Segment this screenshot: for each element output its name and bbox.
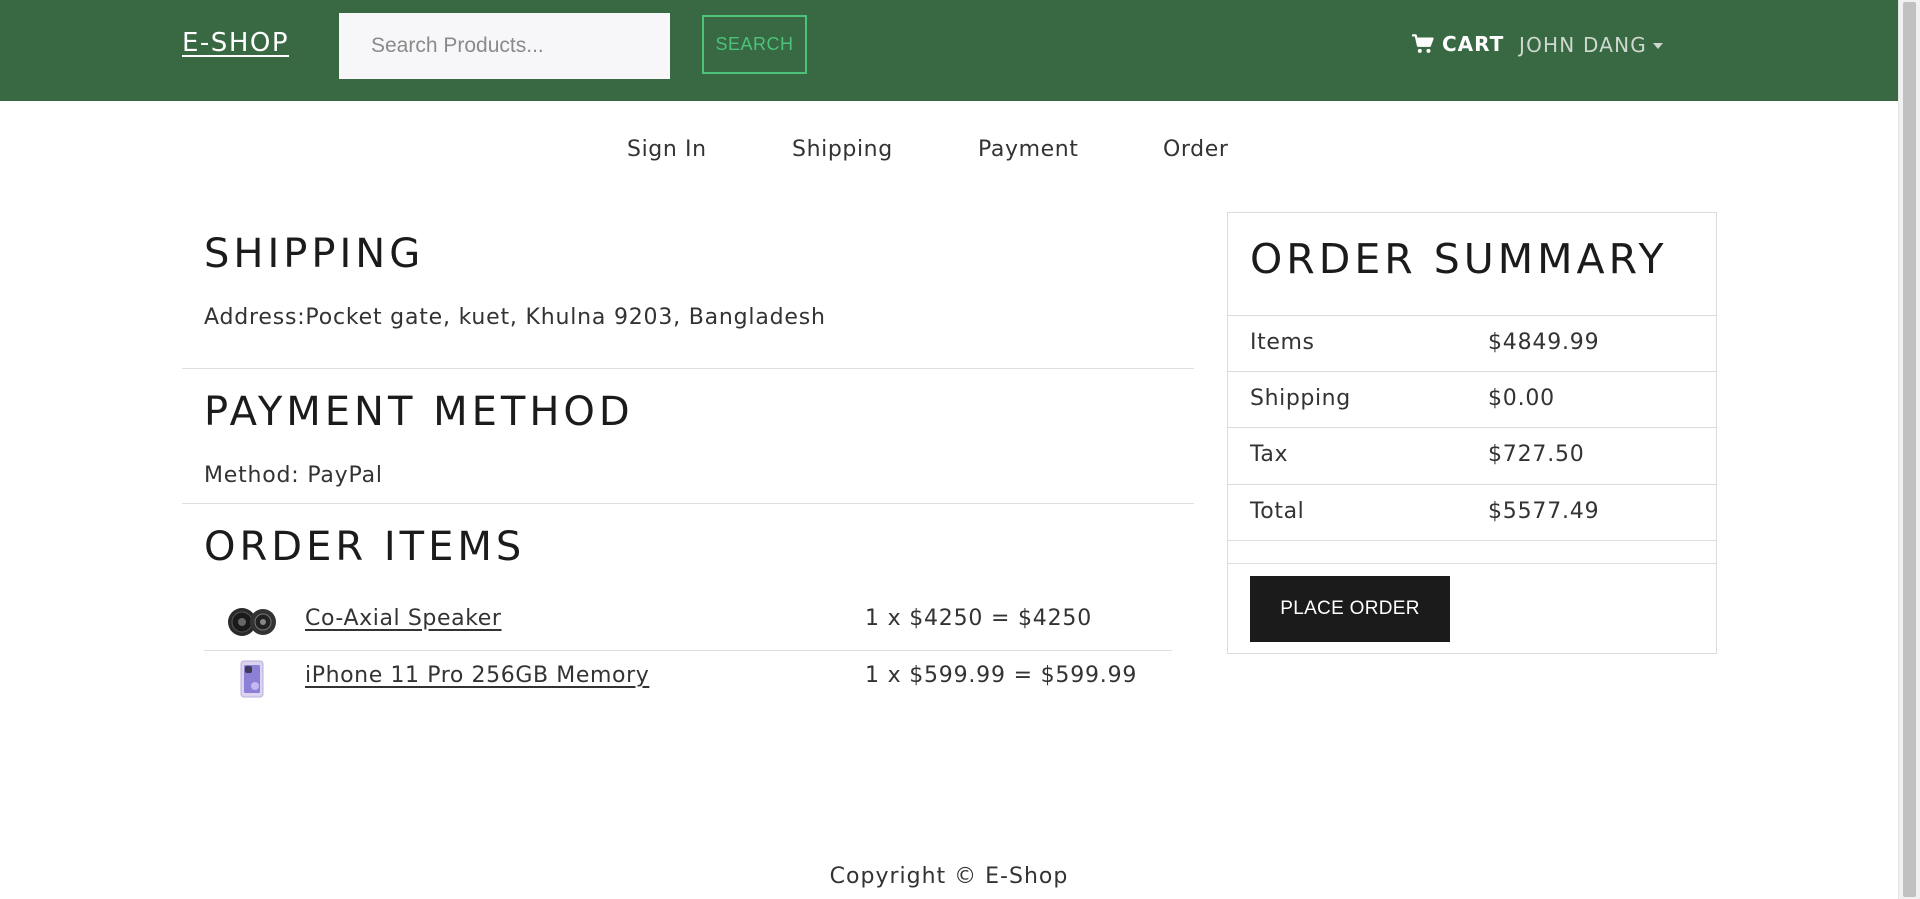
search-input[interactable] xyxy=(339,13,670,79)
shipping-address: Address:Pocket gate, kuet, Khulna 9203, … xyxy=(204,305,826,330)
order-item-price: 1 x $4250 = $4250 xyxy=(865,606,1092,631)
summary-value: $5577.49 xyxy=(1488,499,1600,524)
divider xyxy=(182,368,1194,369)
place-order-button[interactable]: PLACE ORDER xyxy=(1250,576,1450,642)
summary-label: Items xyxy=(1250,330,1315,355)
order-items-heading: ORDER ITEMS xyxy=(204,524,526,570)
step-sign-in[interactable]: Sign In xyxy=(627,137,707,162)
step-shipping[interactable]: Shipping xyxy=(792,137,893,162)
cart-label: CART xyxy=(1442,32,1505,56)
summary-row-shipping: Shipping $0.00 xyxy=(1228,371,1716,428)
order-summary-heading: ORDER SUMMARY xyxy=(1250,235,1668,283)
payment-method-text: Method: PayPal xyxy=(204,463,383,488)
divider xyxy=(1228,540,1716,541)
summary-row-tax: Tax $727.50 xyxy=(1228,427,1716,484)
summary-value: $4849.99 xyxy=(1488,330,1600,355)
user-name: JOHN DANG xyxy=(1519,33,1647,57)
footer-copyright: Copyright © E-Shop xyxy=(829,864,1069,889)
order-item-link[interactable]: iPhone 11 Pro 256GB Memory xyxy=(305,663,649,688)
step-payment[interactable]: Payment xyxy=(978,137,1079,162)
summary-row-total: Total $5577.49 xyxy=(1228,484,1716,541)
shipping-heading: SHIPPING xyxy=(204,231,425,277)
speaker-thumbnail-image xyxy=(224,600,280,644)
top-navbar: E-SHOP SEARCH CART JOHN DANG xyxy=(0,0,1898,101)
summary-label: Shipping xyxy=(1250,386,1351,411)
order-summary-card: ORDER SUMMARY Items $4849.99 Shipping $0… xyxy=(1227,212,1717,654)
shopping-cart-icon xyxy=(1412,34,1434,53)
search-button[interactable]: SEARCH xyxy=(702,15,807,74)
order-item-price: 1 x $599.99 = $599.99 xyxy=(865,663,1138,688)
brand-logo-link[interactable]: E-SHOP xyxy=(182,28,289,58)
payment-method-heading: PAYMENT METHOD xyxy=(204,389,634,435)
order-item-link[interactable]: Co-Axial Speaker xyxy=(305,606,502,631)
cart-link[interactable]: CART xyxy=(1412,32,1504,56)
summary-label: Total xyxy=(1250,499,1305,524)
checkout-steps: Sign In Shipping Payment Order xyxy=(0,137,1898,167)
user-dropdown[interactable]: JOHN DANG xyxy=(1519,33,1663,57)
summary-row-items: Items $4849.99 xyxy=(1228,315,1716,372)
summary-value: $0.00 xyxy=(1488,386,1555,411)
iphone-thumbnail-image xyxy=(224,657,280,701)
order-item-row: Co-Axial Speaker 1 x $4250 = $4250 xyxy=(204,594,1172,651)
scrollbar-thumb[interactable] xyxy=(1903,2,1916,897)
order-item-row: iPhone 11 Pro 256GB Memory 1 x $599.99 =… xyxy=(204,651,1172,708)
step-order[interactable]: Order xyxy=(1163,137,1229,162)
divider xyxy=(182,503,1194,504)
chevron-down-icon xyxy=(1653,43,1663,49)
summary-label: Tax xyxy=(1250,442,1289,467)
summary-value: $727.50 xyxy=(1488,442,1585,467)
divider xyxy=(1228,563,1716,564)
page-scrollbar[interactable] xyxy=(1898,0,1920,899)
